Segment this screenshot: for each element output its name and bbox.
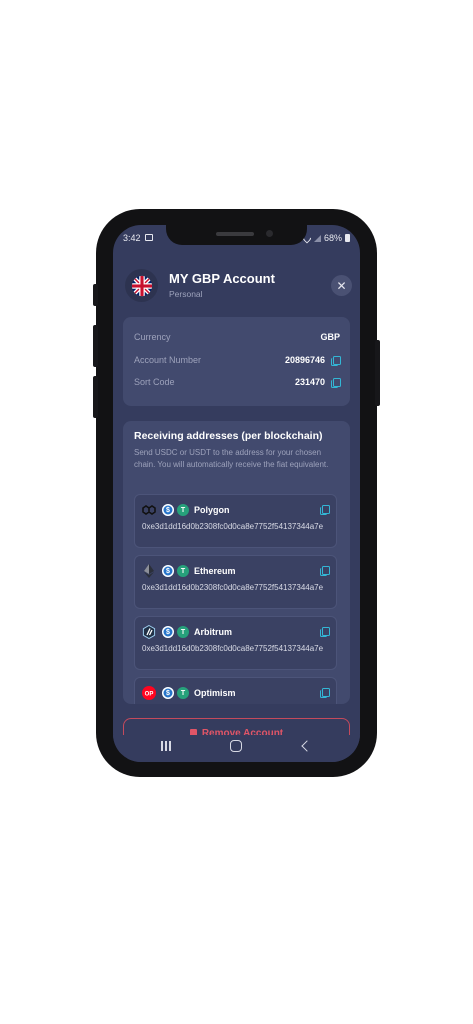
chain-name: Optimism bbox=[194, 688, 236, 698]
copy-address-icon[interactable] bbox=[320, 627, 330, 637]
signal-icon bbox=[313, 234, 321, 242]
image-icon bbox=[145, 234, 153, 241]
speaker-grille bbox=[216, 232, 254, 236]
usdt-icon: T bbox=[177, 565, 189, 577]
close-button[interactable]: ✕ bbox=[331, 275, 352, 296]
usdc-icon: $ bbox=[162, 565, 174, 577]
front-camera bbox=[266, 230, 273, 237]
currency-value: GBP bbox=[320, 332, 340, 342]
chain-address: 0xe3d1dd16d0b2308fc0d0ca8e7752f54137344a… bbox=[142, 522, 324, 531]
side-button-mute bbox=[93, 284, 98, 306]
currency-label: Currency bbox=[134, 332, 171, 342]
currency-row: Currency GBP bbox=[134, 330, 340, 344]
receiving-description: Send USDC or USDT to the address for you… bbox=[134, 448, 329, 469]
usdc-icon: $ bbox=[162, 504, 174, 516]
account-header: MY GBP Account Personal ✕ bbox=[125, 267, 352, 303]
side-button-power bbox=[375, 340, 380, 406]
android-nav-bar bbox=[113, 735, 360, 762]
battery-percent: 68% bbox=[323, 233, 342, 243]
sort-code-value: 231470 bbox=[294, 377, 325, 387]
battery-icon bbox=[345, 234, 350, 242]
copy-sort-code-icon[interactable] bbox=[331, 378, 341, 388]
chain-name: Ethereum bbox=[194, 566, 236, 576]
camera-notch bbox=[166, 225, 307, 245]
home-button[interactable] bbox=[230, 740, 242, 752]
chain-item-ethereum[interactable]: $ T Ethereum 0xe3d1dd16d0b2308fc0d0ca8e7… bbox=[134, 555, 337, 609]
chain-name: Polygon bbox=[194, 505, 230, 515]
account-info-card: Currency GBP Account Number 20896746 Sor… bbox=[123, 317, 350, 406]
chain-item-arbitrum[interactable]: $ T Arbitrum 0xe3d1dd16d0b2308fc0d0ca8e7… bbox=[134, 616, 337, 670]
account-title: MY GBP Account bbox=[169, 271, 275, 286]
side-button-volume-down bbox=[93, 376, 98, 418]
copy-address-icon[interactable] bbox=[320, 688, 330, 698]
sort-code-label: Sort Code bbox=[134, 377, 175, 387]
copy-address-icon[interactable] bbox=[320, 566, 330, 576]
usdt-icon: T bbox=[177, 504, 189, 516]
receiving-title: Receiving addresses (per blockchain) bbox=[134, 430, 323, 442]
chain-name: Arbitrum bbox=[194, 627, 232, 637]
close-icon: ✕ bbox=[336, 278, 347, 293]
chain-address: 0xe3d1dd16d0b2308fc0d0ca8e7752f54137344a… bbox=[142, 644, 324, 653]
svg-text:OP: OP bbox=[145, 692, 154, 698]
usdc-icon: $ bbox=[162, 626, 174, 638]
chain-item-polygon[interactable]: $ T Polygon 0xe3d1dd16d0b2308fc0d0ca8e77… bbox=[134, 494, 337, 548]
account-number-row: Account Number 20896746 bbox=[134, 353, 341, 367]
usdc-icon: $ bbox=[162, 687, 174, 699]
chain-address: 0xe3d1dd16d0b2308fc0d0ca8e7752f54137344a… bbox=[142, 583, 324, 592]
ethereum-icon bbox=[142, 564, 156, 578]
recent-apps-button[interactable] bbox=[160, 741, 171, 751]
copy-account-number-icon[interactable] bbox=[331, 356, 341, 366]
app-screen: 3:42 68% MY GBP Account Personal ✕ Curre… bbox=[113, 225, 360, 762]
status-time: 3:42 bbox=[123, 233, 141, 243]
optimism-icon: OP bbox=[142, 686, 156, 700]
side-button-volume-up bbox=[93, 325, 98, 367]
back-button[interactable] bbox=[301, 740, 313, 752]
usdt-icon: T bbox=[177, 687, 189, 699]
account-subtitle: Personal bbox=[169, 289, 203, 299]
chain-item-optimism[interactable]: OP $ T Optimism bbox=[134, 677, 337, 704]
account-number-value: 20896746 bbox=[284, 355, 325, 365]
account-number-label: Account Number bbox=[134, 355, 202, 365]
copy-address-icon[interactable] bbox=[320, 505, 330, 515]
arbitrum-icon bbox=[142, 625, 156, 639]
receiving-addresses-card[interactable]: Receiving addresses (per blockchain) Sen… bbox=[123, 421, 350, 704]
usdt-icon: T bbox=[177, 626, 189, 638]
polygon-icon bbox=[142, 503, 156, 517]
sort-code-row: Sort Code 231470 bbox=[134, 375, 341, 389]
uk-flag-icon bbox=[125, 269, 158, 302]
